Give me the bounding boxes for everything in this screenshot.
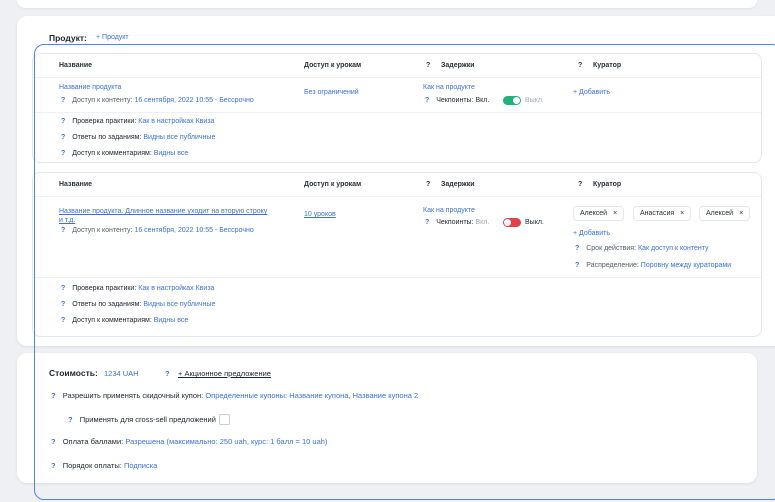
selection-outline-wrap [0,0,775,502]
selection-outline [34,44,775,500]
